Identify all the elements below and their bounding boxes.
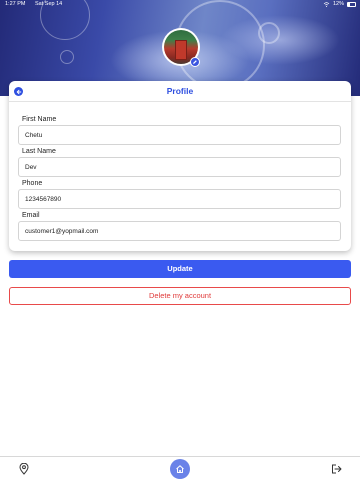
email-label: Email — [22, 212, 40, 219]
profile-page: 1:27 PM Sat Sep 14 12% Profile First Nam… — [0, 0, 360, 480]
nav-logout-button[interactable] — [330, 463, 342, 475]
map-pin-icon — [19, 463, 29, 475]
battery-percent: 12% — [332, 1, 344, 7]
last-name-field[interactable]: Dev — [18, 157, 341, 177]
logout-icon — [331, 464, 341, 474]
status-bar: 1:27 PM Sat Sep 14 12% — [0, 0, 360, 10]
banner-circle — [258, 22, 280, 44]
nav-home-button[interactable] — [170, 459, 190, 479]
email-field[interactable]: customer1@yopmail.com — [18, 221, 341, 241]
home-icon — [176, 465, 184, 473]
update-button[interactable]: Update — [9, 260, 351, 278]
edit-avatar-button[interactable] — [190, 57, 200, 67]
avatar-photo-door — [175, 40, 187, 60]
battery-icon — [347, 1, 356, 7]
card-header: Profile — [9, 81, 351, 102]
first-name-field[interactable]: Chetu — [18, 125, 341, 145]
last-name-label: Last Name — [22, 148, 56, 155]
profile-card: Profile First Name Chetu Last Name Dev P… — [9, 81, 351, 251]
first-name-label: First Name — [22, 116, 57, 123]
delete-account-button[interactable]: Delete my account — [9, 287, 351, 305]
pencil-icon — [193, 60, 197, 64]
banner-circle — [60, 50, 74, 64]
status-time: 1:27 PM — [5, 1, 26, 7]
status-date: Sat Sep 14 — [35, 1, 63, 7]
nav-location-button[interactable] — [18, 463, 30, 475]
page-title: Profile — [166, 86, 194, 96]
phone-field[interactable]: 1234567890 — [18, 189, 341, 209]
phone-label: Phone — [22, 180, 43, 187]
wifi-icon — [323, 1, 330, 7]
